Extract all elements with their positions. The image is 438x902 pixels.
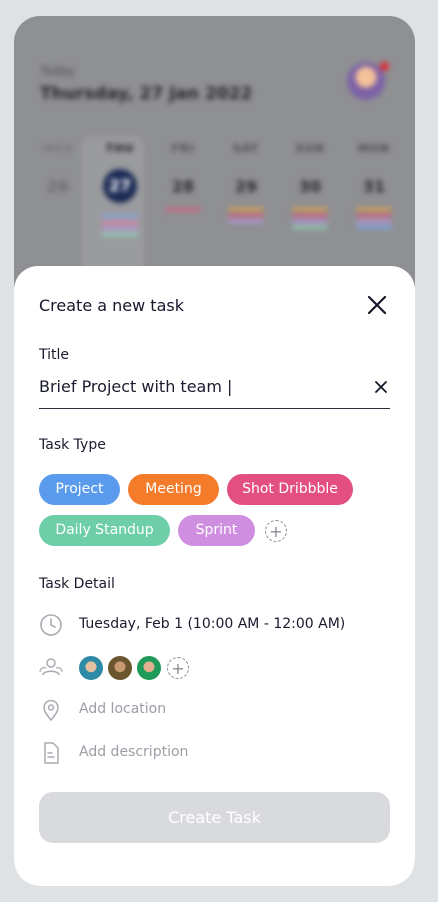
title-input-value[interactable]: Brief Project with team | bbox=[39, 377, 232, 396]
task-type-label: Task Type bbox=[39, 437, 106, 453]
create-task-sheet: Create a new task Title Brief Project wi… bbox=[14, 266, 415, 886]
close-icon[interactable] bbox=[366, 294, 388, 316]
day-sun[interactable]: SUN 30 bbox=[286, 142, 334, 232]
event-bars bbox=[228, 208, 264, 223]
day-number: 27 bbox=[103, 169, 137, 203]
day-sat[interactable]: SAT 29 bbox=[222, 142, 270, 226]
event-bars bbox=[292, 208, 328, 229]
description-placeholder[interactable]: Add description bbox=[79, 744, 188, 760]
day-number: 31 bbox=[362, 177, 386, 196]
event-bars bbox=[165, 208, 201, 211]
today-date: Thursday, 27 Jan 2022 bbox=[40, 84, 253, 104]
member-avatar[interactable] bbox=[78, 655, 104, 681]
people-icon bbox=[39, 658, 63, 676]
clear-input-icon[interactable] bbox=[374, 380, 388, 394]
day-number: 26 bbox=[46, 177, 70, 196]
day-number: 28 bbox=[171, 177, 195, 196]
day-fri[interactable]: FRI 28 bbox=[159, 142, 207, 214]
task-detail-label: Task Detail bbox=[39, 576, 115, 592]
day-thu[interactable]: THU 27 bbox=[96, 142, 144, 239]
date-time-row[interactable]: Tuesday, Feb 1 (10:00 AM - 12:00 AM) bbox=[39, 613, 390, 639]
day-number: 30 bbox=[298, 177, 322, 196]
task-type-project[interactable]: Project bbox=[39, 474, 120, 505]
task-type-sprint[interactable]: Sprint bbox=[178, 515, 255, 546]
event-bars bbox=[102, 215, 138, 236]
location-pin-icon bbox=[43, 699, 59, 722]
title-input[interactable]: Brief Project with team | bbox=[39, 374, 390, 409]
members-row: + bbox=[39, 655, 390, 681]
day-name: WED bbox=[42, 142, 74, 155]
task-type-daily-standup[interactable]: Daily Standup bbox=[39, 515, 170, 546]
add-member-button[interactable]: + bbox=[167, 657, 189, 679]
day-name: MON bbox=[357, 142, 391, 155]
create-task-button[interactable]: Create Task bbox=[39, 792, 390, 843]
task-type-meeting[interactable]: Meeting bbox=[128, 474, 219, 505]
location-placeholder[interactable]: Add location bbox=[79, 701, 166, 717]
member-avatar[interactable] bbox=[136, 655, 162, 681]
location-row[interactable]: Add location bbox=[39, 698, 390, 724]
notification-dot bbox=[380, 62, 389, 71]
date-time-value: Tuesday, Feb 1 (10:00 AM - 12:00 AM) bbox=[79, 616, 346, 632]
event-bars bbox=[356, 208, 392, 229]
description-row[interactable]: Add description bbox=[39, 741, 390, 767]
day-name: FRI bbox=[171, 142, 195, 155]
day-name: SUN bbox=[295, 142, 325, 155]
day-number: 29 bbox=[234, 177, 258, 196]
day-name: THU bbox=[105, 142, 135, 155]
today-label: Today bbox=[40, 64, 75, 78]
title-label: Title bbox=[39, 347, 70, 363]
day-mon[interactable]: MON 31 bbox=[350, 142, 398, 232]
day-name: SAT bbox=[232, 142, 260, 155]
sheet-title: Create a new task bbox=[39, 296, 184, 315]
day-wed[interactable]: WED 26 bbox=[34, 142, 82, 196]
week-strip: WED 26 THU 27 FRI 28 SAT 29 SUN 30 MON 3… bbox=[34, 142, 415, 272]
document-icon bbox=[44, 742, 59, 764]
member-avatar[interactable] bbox=[107, 655, 133, 681]
clock-icon bbox=[40, 614, 62, 636]
add-task-type-button[interactable]: + bbox=[265, 520, 287, 542]
task-type-shot-dribbble[interactable]: Shot Dribbble bbox=[227, 474, 353, 505]
